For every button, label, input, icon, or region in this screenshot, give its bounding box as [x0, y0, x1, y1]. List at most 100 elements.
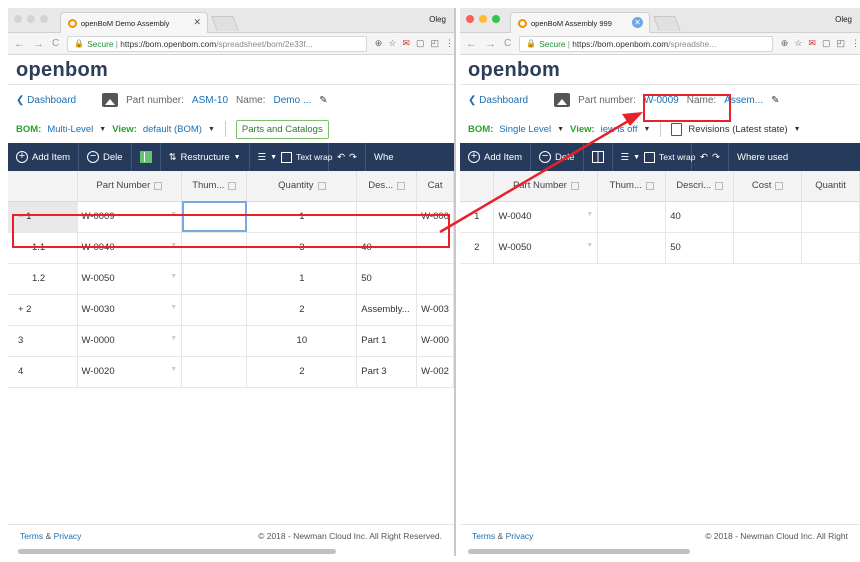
browser-tab[interactable]: openBoM Assembly 999 ✕ [510, 12, 650, 33]
dashboard-link[interactable]: ❮ Dashboard [16, 95, 76, 106]
url-field[interactable]: 🔒 Secure | https://bom.openbom.com/sprea… [67, 35, 367, 52]
catalog-cell[interactable]: W-000 [416, 325, 454, 357]
catalog-cell[interactable] [416, 263, 454, 295]
menu-icon[interactable]: ⋮ [851, 38, 860, 49]
thumbnail-cell[interactable] [597, 232, 667, 264]
extension-icon[interactable]: ▢ [822, 38, 831, 49]
parts-and-catalogs-button[interactable]: Parts and Catalogs [235, 119, 329, 139]
column-header-description[interactable]: Descri... [665, 171, 735, 202]
reload-icon[interactable]: C [504, 38, 511, 49]
dropdown-icon[interactable]: ▼ [586, 242, 593, 249]
revisions-dropdown[interactable]: Revisions (Latest state) [688, 124, 787, 135]
star-icon[interactable]: ☆ [388, 38, 396, 49]
description-cell[interactable]: 40 [665, 201, 735, 233]
cast-icon[interactable]: ◰ [430, 38, 439, 49]
user-name[interactable]: Oleg [429, 15, 446, 24]
filter-icon[interactable] [154, 181, 163, 190]
back-icon[interactable]: ← [466, 38, 477, 50]
description-cell[interactable] [356, 201, 418, 233]
quantity-cell[interactable] [801, 201, 860, 233]
terms-link[interactable]: Terms [20, 531, 43, 541]
cost-cell[interactable] [733, 232, 803, 264]
quantity-cell[interactable]: 10 [246, 325, 358, 357]
column-header-cost[interactable]: Cost [733, 171, 803, 202]
cast-icon[interactable]: ◰ [836, 38, 845, 49]
openbom-logo[interactable]: openbom [460, 55, 860, 85]
part-number-cell[interactable]: W-0030 ▼ [77, 294, 183, 326]
redo-icon[interactable]: ↷ [349, 152, 357, 163]
catalog-cell[interactable]: W-000 [416, 201, 454, 233]
view-dropdown[interactable]: default (BOM) [143, 124, 202, 135]
edit-pencil-icon[interactable]: ✎ [771, 95, 779, 106]
redo-icon[interactable]: ↷ [712, 152, 720, 163]
filter-icon[interactable] [317, 181, 326, 190]
forward-icon[interactable]: → [33, 38, 44, 50]
delete-button[interactable]: − Dele [531, 143, 584, 171]
terms-link[interactable]: Terms [472, 531, 495, 541]
description-cell[interactable]: 50 [356, 263, 418, 295]
thumbnail-cell[interactable] [597, 201, 667, 233]
column-header-thumbnail[interactable]: Thum... [181, 171, 248, 202]
dropdown-icon[interactable]: ▼ [586, 211, 593, 218]
quantity-cell[interactable]: 1 [246, 201, 358, 233]
mail-icon[interactable]: ✉ [402, 38, 410, 49]
close-tab-icon[interactable]: ✕ [193, 17, 201, 28]
part-number-cell[interactable]: W-0050 ▼ [493, 232, 599, 264]
thumbnail-cell[interactable] [181, 232, 248, 264]
spreadsheet-button[interactable] [584, 143, 613, 171]
reload-icon[interactable]: C [52, 38, 59, 49]
image-icon[interactable] [102, 93, 119, 107]
row-index[interactable]: − 1 [8, 201, 78, 233]
part-number-cell[interactable]: W-0040 ▼ [77, 232, 183, 264]
part-number-cell[interactable]: W-0000 ▼ [77, 325, 183, 357]
quantity-cell[interactable]: 2 [246, 294, 358, 326]
bom-type-dropdown[interactable]: Multi-Level [47, 124, 93, 135]
menu-icon[interactable]: ⋮ [445, 38, 454, 49]
table-row[interactable]: 1 W-0040 ▼ 40 [460, 201, 860, 233]
quantity-cell[interactable]: 3 [246, 232, 358, 264]
filter-icon[interactable] [570, 181, 579, 190]
part-number-cell[interactable]: W-0009 ▼ [77, 201, 183, 233]
thumbnail-cell[interactable] [181, 356, 248, 388]
row-index[interactable]: 1 [460, 201, 495, 233]
user-name[interactable]: Oleg [835, 15, 852, 24]
catalog-cell[interactable]: W-002 [416, 356, 454, 388]
chevron-down-icon[interactable]: ▼ [557, 126, 564, 133]
description-cell[interactable]: Part 1 [356, 325, 418, 357]
restructure-button[interactable]: ⇅ Restructure ▼ [161, 143, 250, 171]
spreadsheet-button[interactable] [132, 143, 161, 171]
bom-type-dropdown[interactable]: Single Level [499, 124, 551, 135]
minimize-window-icon[interactable] [27, 15, 35, 23]
dashboard-link[interactable]: ❮ Dashboard [468, 95, 528, 106]
table-row[interactable]: 3 W-0000 ▼ 10 Part 1 W-000 [8, 325, 454, 357]
quantity-cell[interactable]: 1 [246, 263, 358, 295]
row-index[interactable]: + 2 [8, 294, 78, 326]
dropdown-icon[interactable]: ▼ [170, 242, 177, 249]
filter-icon[interactable] [645, 181, 654, 190]
quantity-cell[interactable] [801, 232, 860, 264]
chevron-down-icon[interactable]: ▼ [99, 126, 106, 133]
description-cell[interactable]: Assembly... [356, 294, 418, 326]
catalog-cell[interactable] [416, 232, 454, 264]
undo-icon[interactable]: ↶ [700, 152, 708, 163]
column-header-part-number[interactable]: Part Number [493, 171, 599, 202]
new-tab-button[interactable] [653, 16, 681, 31]
thumbnail-cell[interactable] [181, 325, 248, 357]
filter-icon[interactable] [775, 181, 784, 190]
undo-icon[interactable]: ↶ [337, 152, 345, 163]
back-icon[interactable]: ← [14, 38, 25, 50]
privacy-link[interactable]: Privacy [54, 531, 82, 541]
thumbnail-cell[interactable] [181, 201, 248, 233]
dropdown-icon[interactable]: ▼ [170, 211, 177, 218]
image-icon[interactable] [554, 93, 571, 107]
table-row[interactable]: 4 W-0020 ▼ 2 Part 3 W-002 [8, 356, 454, 388]
part-number-cell[interactable]: W-0040 ▼ [493, 201, 599, 233]
dropdown-icon[interactable]: ▼ [170, 366, 177, 373]
maximize-window-icon[interactable] [40, 15, 48, 23]
text-wrap-checkbox[interactable] [644, 151, 656, 163]
table-row[interactable]: 1.2 W-0050 ▼ 1 50 [8, 263, 454, 295]
maximize-window-icon[interactable] [492, 15, 500, 23]
align-button[interactable]: ☰ ▼ Text wrap [613, 143, 695, 171]
horizontal-scrollbar[interactable] [18, 549, 336, 554]
dropdown-icon[interactable]: ▼ [170, 304, 177, 311]
